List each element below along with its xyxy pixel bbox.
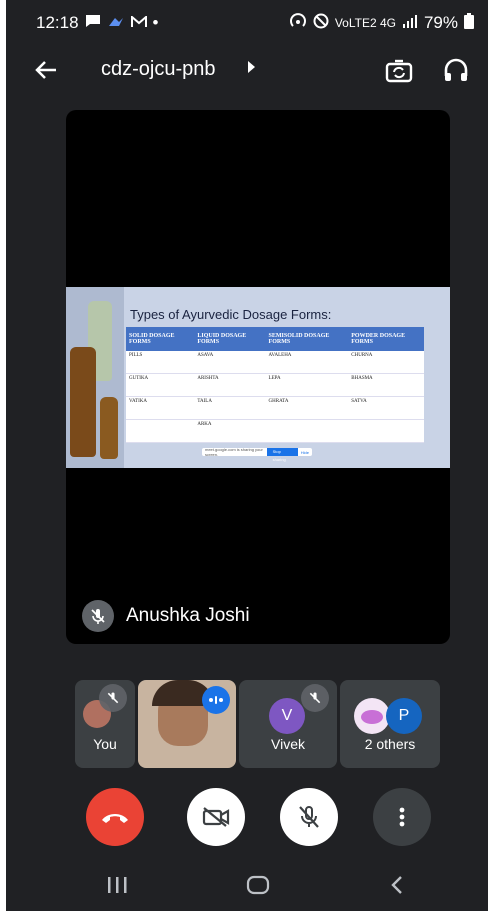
switch-camera-icon[interactable] [384,56,416,88]
slide-table-row: VATIKA TAILA GHRATA SATVA [126,396,424,420]
mic-off-button[interactable] [280,788,338,846]
share-banner-text: meet.google.com is sharing your screen. [205,447,263,457]
participant-tile-vivek[interactable]: V Vivek [239,680,337,768]
avatar: V [269,698,305,734]
slide-table-cell [348,419,424,443]
speaking-indicator-icon [202,686,230,714]
mic-off-icon [99,684,127,712]
shared-screen-slide: Types of Ayurvedic Dosage Forms: SOLID D… [66,287,450,468]
meet-call-screen: 12:18 • VoLTE2 4G 79% cdz-ojcu-pnb Types… [6,0,488,911]
slide-table-row: PILLS ASAVA AVALEHA CHURNA [126,351,424,374]
slide-table-cell: GUTIKA [126,373,195,397]
more-options-icon[interactable] [373,788,431,846]
app-notification-icon [107,13,125,33]
participant-label: 2 others [364,736,416,752]
slide-table-cell: ARKA [194,419,266,443]
headphones-icon[interactable] [442,56,474,88]
slide-table-cell: VATIKA [126,396,195,420]
signal-icon [402,13,418,33]
slide-table-row: ARKA [126,419,424,443]
slide-bottles-image [66,287,124,468]
end-call-button[interactable] [86,788,144,846]
mic-off-icon [301,684,329,712]
slide-table-header: POWDER DOSAGE FORMS [348,327,424,351]
avatar: P [386,698,422,734]
slide-table-cell: SATVA [348,396,424,420]
slide-table-cell: BHASMA [348,373,424,397]
hide-banner-button: Hide [300,449,309,455]
avatar [354,698,390,734]
gmail-icon [130,13,147,33]
meeting-code[interactable]: cdz-ojcu-pnb [101,58,216,81]
hotspot-icon [289,12,307,35]
slide-table-header: LIQUID DOSAGE FORMS [194,327,266,351]
call-top-bar: cdz-ojcu-pnb [6,46,488,96]
home-icon[interactable] [246,874,270,902]
main-video-tile[interactable]: Types of Ayurvedic Dosage Forms: SOLID D… [66,110,450,644]
slide-title: Types of Ayurvedic Dosage Forms: [130,307,332,322]
notification-dot: • [152,13,159,32]
caret-right-icon[interactable] [246,60,256,79]
slide-table-cell [126,419,195,443]
battery-level: 79% [423,13,458,32]
slide-table-header-row: SOLID DOSAGE FORMS LIQUID DOSAGE FORMS S… [126,327,424,351]
slide-table-cell: GHRATA [265,396,349,420]
slide-table-cell: CHURNA [348,351,424,374]
status-time: 12:18 [36,13,79,32]
do-not-disturb-icon [313,13,329,34]
message-icon [85,13,101,33]
slide-table-cell: PILLS [126,351,195,374]
screen-share-banner: meet.google.com is sharing your screen. … [202,447,312,462]
mic-off-icon [82,600,114,632]
participant-name: Anushka Joshi [126,605,250,626]
back-nav-icon[interactable] [390,874,404,902]
slide-table-cell: TAILA [194,396,266,420]
status-bar: 12:18 • VoLTE2 4G 79% [6,0,488,46]
slide-table: SOLID DOSAGE FORMS LIQUID DOSAGE FORMS S… [126,327,424,443]
participant-tile-others[interactable]: P 2 others [340,680,440,768]
slide-table-cell: AVALEHA [265,351,349,374]
system-nav-bar [6,866,488,911]
slide-table-row: GUTIKA ARISHTA LEPA BHASMA [126,373,424,397]
slide-table-cell: LEPA [265,373,349,397]
camera-off-button[interactable] [187,788,245,846]
participant-tile-video[interactable] [138,680,236,768]
slide-table-cell: ARISHTA [194,373,266,397]
battery-icon [464,12,474,34]
recent-apps-icon[interactable] [106,874,128,902]
participant-tile-you[interactable]: You [75,680,135,768]
stop-sharing-button: Stop sharing [266,448,298,462]
call-controls [6,788,488,846]
slide-table-header: SEMISOLID DOSAGE FORMS [265,327,349,351]
participant-label: You [93,736,117,752]
participant-tiles: You V Vivek P 2 others [75,680,440,768]
slide-table-cell: ASAVA [194,351,266,374]
slide-table-cell [265,419,349,443]
participant-label: Vivek [271,736,305,752]
network-label: VoLTE2 4G [334,16,396,30]
main-tile-name-row: Anushka Joshi [82,600,250,632]
back-arrow-icon[interactable] [32,56,62,86]
slide-table-header: SOLID DOSAGE FORMS [126,327,195,351]
